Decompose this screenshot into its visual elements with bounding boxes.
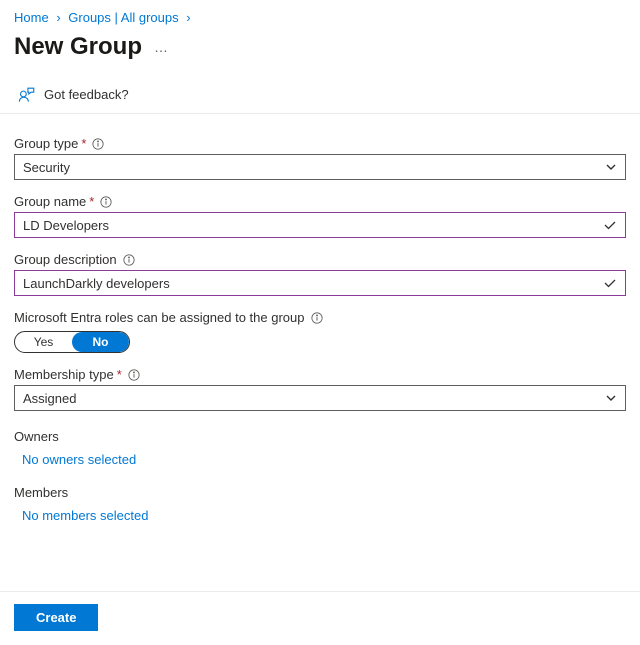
breadcrumb-home[interactable]: Home xyxy=(14,10,49,25)
chevron-down-icon xyxy=(605,392,617,404)
owners-title: Owners xyxy=(14,429,626,444)
required-marker: * xyxy=(81,136,86,151)
membership-type-value: Assigned xyxy=(23,391,76,406)
toggle-option-yes[interactable]: Yes xyxy=(15,332,72,352)
membership-type-select[interactable]: Assigned xyxy=(14,385,626,411)
page-title: New Group xyxy=(14,33,142,61)
info-icon[interactable] xyxy=(311,312,323,324)
required-marker: * xyxy=(117,367,122,382)
checkmark-icon xyxy=(603,276,617,290)
page-title-row: New Group … xyxy=(0,29,640,75)
toggle-option-no[interactable]: No xyxy=(72,332,129,352)
info-icon[interactable] xyxy=(123,254,135,266)
members-link[interactable]: No members selected xyxy=(22,508,148,523)
group-type-label: Group type * xyxy=(14,136,626,151)
group-type-select[interactable]: Security xyxy=(14,154,626,180)
group-desc-label: Group description xyxy=(14,252,626,267)
person-feedback-icon xyxy=(18,85,36,103)
info-icon[interactable] xyxy=(128,369,140,381)
roles-toggle-label: Microsoft Entra roles can be assigned to… xyxy=(14,310,626,325)
membership-type-label: Membership type * xyxy=(14,367,626,382)
feedback-label: Got feedback? xyxy=(44,87,129,102)
group-name-input[interactable]: LD Developers xyxy=(14,212,626,238)
feedback-bar[interactable]: Got feedback? xyxy=(0,75,640,114)
group-desc-value: LaunchDarkly developers xyxy=(23,276,170,291)
group-desc-input[interactable]: LaunchDarkly developers xyxy=(14,270,626,296)
members-title: Members xyxy=(14,485,626,500)
checkmark-icon xyxy=(603,218,617,232)
breadcrumb: Home › Groups | All groups › xyxy=(0,0,640,29)
required-marker: * xyxy=(89,194,94,209)
form-area: Group type * Security Group name * LD De… xyxy=(0,114,640,523)
owners-link[interactable]: No owners selected xyxy=(22,452,136,467)
footer-bar: Create xyxy=(0,591,640,645)
info-icon[interactable] xyxy=(100,196,112,208)
chevron-right-icon: › xyxy=(186,10,190,25)
group-name-label: Group name * xyxy=(14,194,626,209)
chevron-down-icon xyxy=(605,161,617,173)
info-icon[interactable] xyxy=(92,138,104,150)
breadcrumb-groups[interactable]: Groups | All groups xyxy=(68,10,178,25)
create-button[interactable]: Create xyxy=(14,604,98,631)
group-type-value: Security xyxy=(23,160,70,175)
roles-toggle[interactable]: Yes No xyxy=(14,331,130,353)
chevron-right-icon: › xyxy=(56,10,60,25)
group-name-value: LD Developers xyxy=(23,218,109,233)
more-menu-icon[interactable]: … xyxy=(154,39,168,55)
